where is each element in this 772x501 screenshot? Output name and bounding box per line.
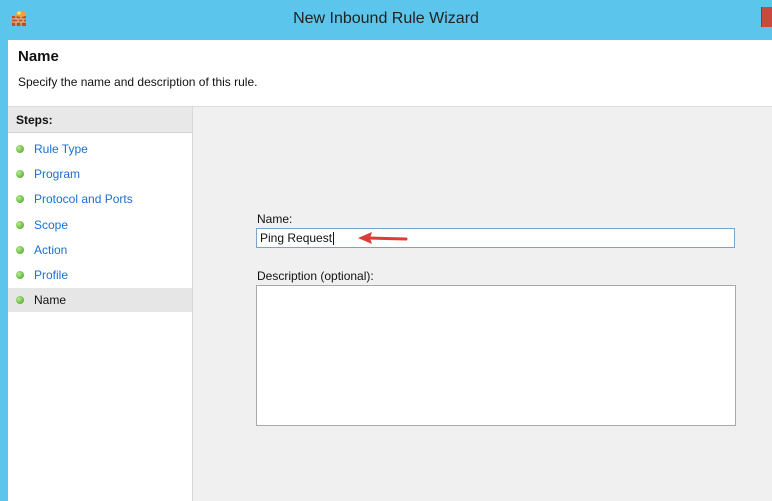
step-label: Profile [34, 268, 69, 282]
step-profile[interactable]: Profile [8, 263, 192, 287]
step-label: Protocol and Ports [34, 192, 133, 206]
step-complete-icon [16, 221, 24, 229]
step-scope[interactable]: Scope [8, 213, 192, 237]
step-complete-icon [16, 145, 24, 153]
page-title: Name [18, 48, 59, 65]
text-caret [333, 232, 335, 246]
step-protocol-and-ports[interactable]: Protocol and Ports [8, 187, 192, 211]
step-complete-icon [16, 271, 24, 279]
step-program[interactable]: Program [8, 162, 192, 186]
wizard-header: Name Specify the name and description of… [8, 40, 772, 107]
page-subtitle: Specify the name and description of this… [18, 75, 258, 89]
steps-panel: Steps: Rule Type Program Protocol and Po… [8, 107, 192, 501]
step-rule-type[interactable]: Rule Type [8, 137, 192, 161]
steps-heading-label: Steps: [16, 113, 53, 127]
description-textarea[interactable] [256, 285, 736, 426]
name-label: Name: [257, 212, 293, 226]
close-button[interactable] [761, 7, 772, 27]
name-input[interactable]: Ping Request [256, 228, 735, 248]
step-label: Action [34, 243, 68, 257]
step-current-icon [16, 296, 24, 304]
step-label: Program [34, 167, 81, 181]
step-label: Scope [34, 218, 69, 232]
red-arrow-icon [358, 232, 408, 244]
window-left-border [0, 0, 8, 501]
step-action[interactable]: Action [8, 238, 192, 262]
title-bar[interactable]: New Inbound Rule Wizard [0, 0, 772, 40]
step-label: Name [34, 293, 67, 307]
name-input-value: Ping Request [260, 231, 333, 245]
step-complete-icon [16, 170, 24, 178]
step-label: Rule Type [34, 142, 88, 156]
form-area: Name: Ping Request Description (optional… [193, 107, 772, 501]
step-name[interactable]: Name [8, 288, 192, 312]
steps-heading: Steps: [8, 107, 192, 133]
step-complete-icon [16, 195, 24, 203]
step-complete-icon [16, 246, 24, 254]
window-title: New Inbound Rule Wizard [293, 10, 479, 27]
description-label: Description (optional): [257, 269, 374, 283]
